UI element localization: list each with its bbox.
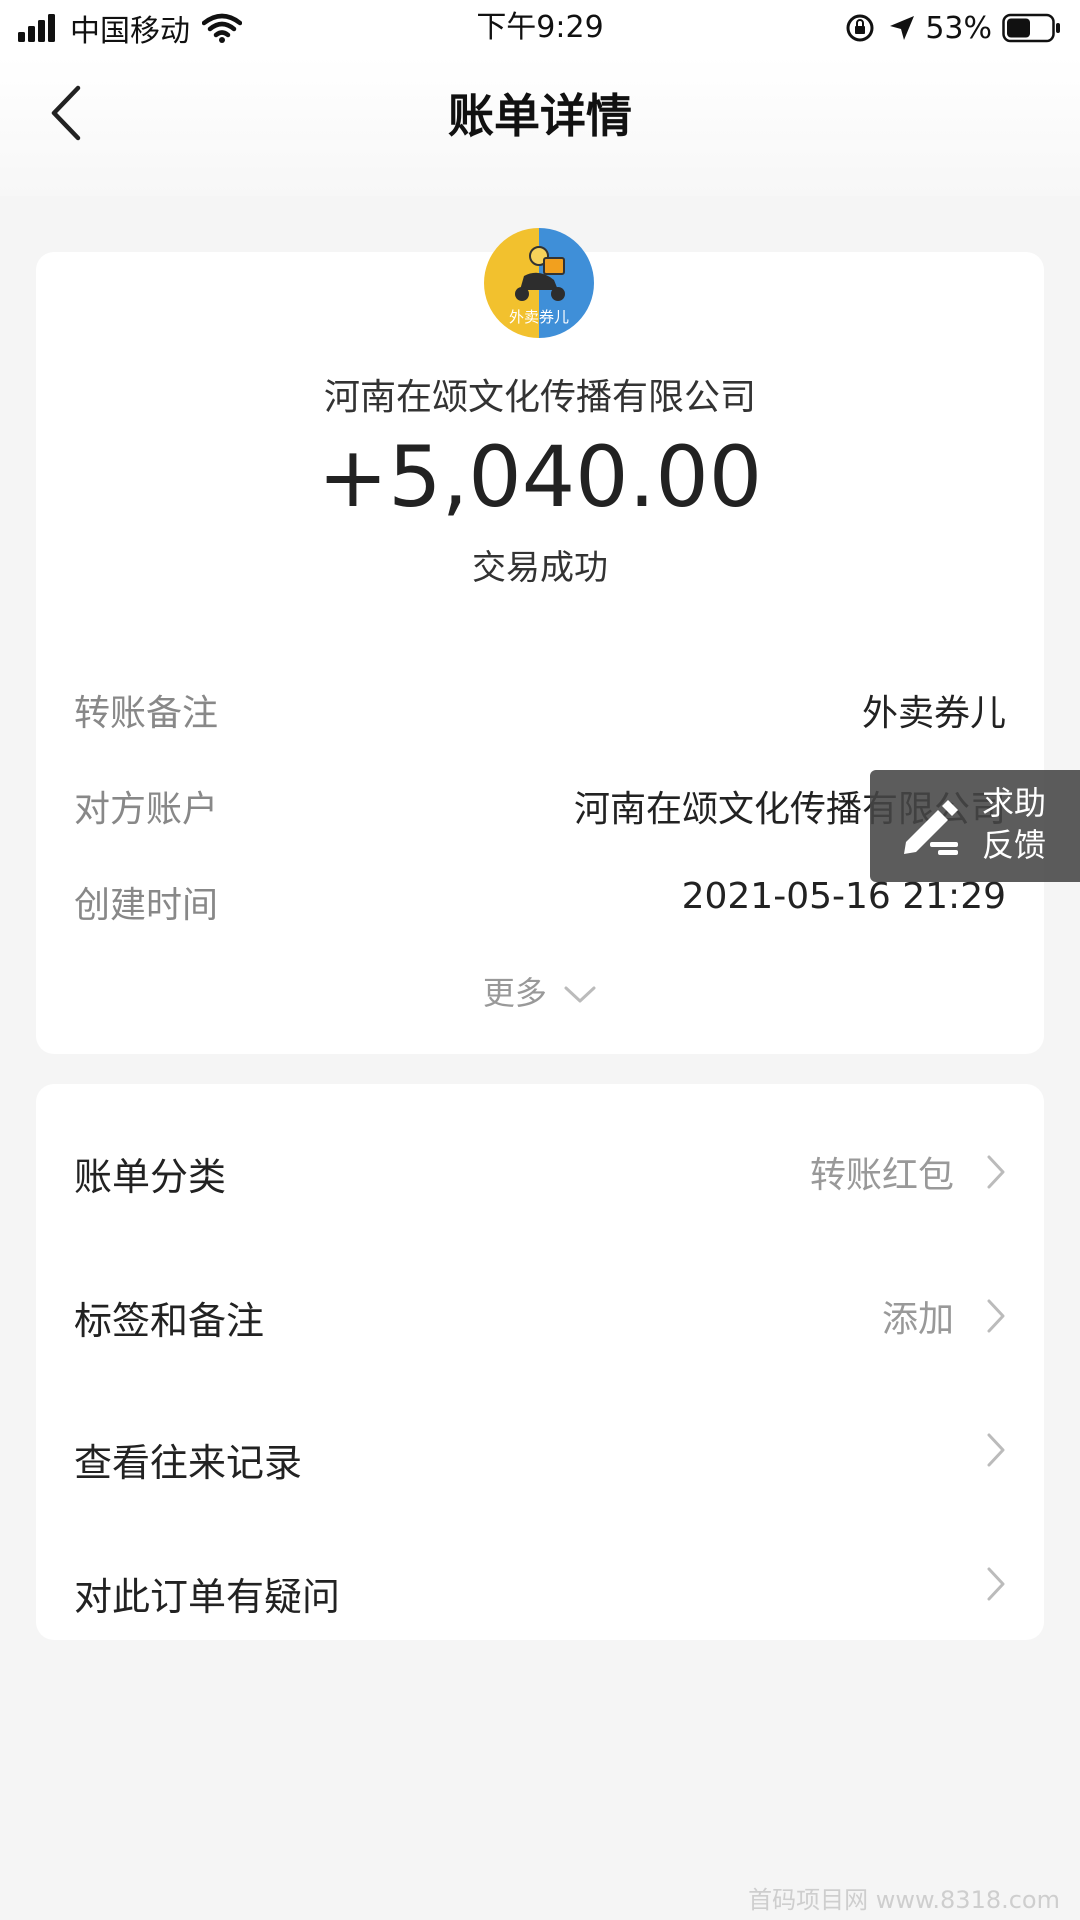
detail-row-account: 对方账户 河南在颂文化传播有限公司: [74, 780, 1006, 836]
more-label: 更多: [482, 974, 547, 1012]
chevron-right-icon: [987, 1299, 1005, 1333]
merchant-name: 河南在颂文化传播有限公司: [323, 377, 756, 418]
detail-value: 外卖券儿: [861, 693, 1006, 734]
actions-card: 账单分类 转账红包 标签和备注 添加 查看往来记录 对此订单有疑问: [36, 1084, 1044, 1640]
transaction-card: 外卖券儿 河南在颂文化传播有限公司 +5,040.00 交易成功 转账备注 外卖…: [36, 228, 1044, 1054]
battery-icon: [1002, 13, 1060, 43]
nav-bar: 账单详情: [0, 56, 1080, 196]
merchant-avatar: 外卖券儿: [484, 228, 594, 338]
more-button[interactable]: 更多: [36, 968, 1044, 1014]
bill-detail-page: 中国移动 下午9:29 53% 账单详情 外卖券儿 河南在颂文化传播有限公司 +…: [0, 0, 1080, 1920]
detail-row-created-time: 创建时间 2021-05-16 21:29: [74, 876, 1006, 932]
menu-value: 添加: [881, 1299, 954, 1340]
avatar-label: 外卖券儿: [509, 308, 569, 326]
menu-label: 标签和备注: [74, 1299, 265, 1343]
menu-item-order-question[interactable]: 对此订单有疑问: [74, 1550, 1006, 1630]
help-label-line2: 反馈: [982, 826, 1047, 864]
menu-item-view-history[interactable]: 查看往来记录: [74, 1416, 1006, 1496]
detail-label: 创建时间: [74, 885, 219, 926]
chevron-right-icon: [987, 1567, 1005, 1601]
page-title: 账单详情: [448, 89, 632, 143]
battery-percent: 53%: [925, 10, 992, 46]
detail-row-remark: 转账备注 外卖券儿: [74, 684, 1006, 740]
status-right: 53%: [845, 8, 1062, 48]
menu-value: 转账红包: [809, 1155, 954, 1196]
menu-label: 账单分类: [74, 1155, 227, 1199]
detail-value: 2021-05-16 21:29: [681, 876, 1006, 917]
chevron-down-icon: [564, 986, 596, 1003]
menu-right: 转账红包: [810, 1146, 1006, 1198]
menu-label: 对此订单有疑问: [74, 1575, 341, 1619]
help-label-line1: 求助: [982, 784, 1047, 822]
menu-item-bill-category[interactable]: 账单分类 转账红包: [74, 1130, 1006, 1210]
menu-right: 添加: [882, 1290, 1006, 1342]
detail-label: 转账备注: [74, 693, 219, 734]
rotation-lock-icon: [846, 14, 874, 42]
menu-right: [986, 1432, 1006, 1468]
watermark: 首码项目网 www.8318.com: [748, 1886, 1060, 1914]
delivery-scooter-logo-icon: 外卖券儿: [484, 228, 594, 338]
transaction-amount: +5,040.00: [317, 428, 763, 526]
help-feedback-label: 求助 反馈: [982, 782, 1046, 866]
chevron-right-icon: [987, 1433, 1005, 1467]
help-feedback-button[interactable]: 求助 反馈: [870, 770, 1080, 882]
menu-right: [986, 1566, 1006, 1602]
transaction-status: 交易成功: [472, 548, 608, 588]
detail-label: 对方账户: [74, 789, 219, 830]
edit-pencil-icon: [904, 800, 958, 855]
chevron-right-icon: [987, 1155, 1005, 1189]
menu-item-tags-notes[interactable]: 标签和备注 添加: [74, 1274, 1006, 1354]
location-arrow-icon: [890, 16, 915, 40]
menu-label: 查看往来记录: [74, 1441, 303, 1485]
status-bar: 中国移动 下午9:29 53%: [0, 0, 1080, 56]
